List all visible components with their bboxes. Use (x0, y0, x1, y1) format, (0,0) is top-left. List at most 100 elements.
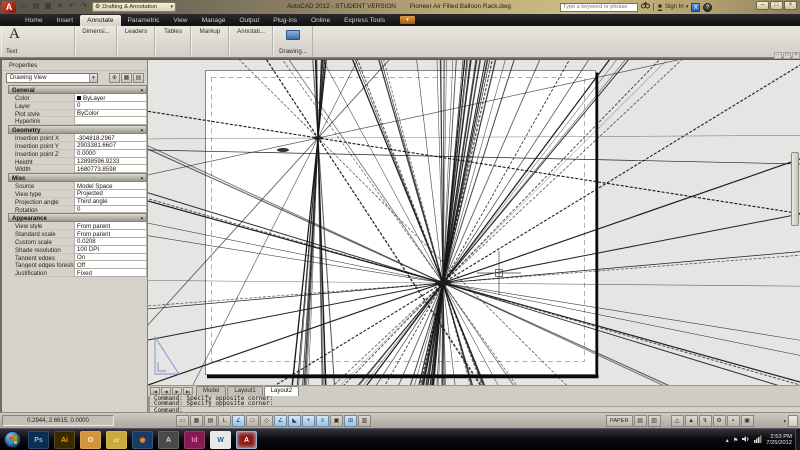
hardware-acceleration-icon[interactable]: ▣ (740, 415, 754, 427)
drawing-canvas[interactable] (148, 60, 800, 385)
properties-palette-title[interactable]: Properties (2, 60, 147, 71)
drawing-close-button[interactable]: × (792, 52, 800, 59)
autocad-logo-icon[interactable]: A (2, 1, 16, 13)
quick-select-icon[interactable]: ▦ (121, 73, 132, 83)
layout-nav-icon[interactable]: |◀ (150, 387, 160, 395)
section-header-general[interactable]: General ▴ (8, 85, 147, 94)
property-value[interactable]: ByColor (74, 109, 147, 118)
property-value[interactable]: Fixed (74, 269, 147, 277)
layout-nav-icon[interactable]: ▶ (172, 387, 182, 395)
transparency-toggle[interactable]: ▣ (330, 415, 343, 427)
property-value[interactable]: Off (74, 261, 147, 270)
quick-view-layouts-button[interactable]: ▤ (633, 415, 647, 427)
grid-toggle[interactable]: ▤ (204, 415, 217, 427)
save-icon[interactable]: ▦ (43, 2, 53, 12)
property-value[interactable]: 2903381.6607 (74, 141, 147, 150)
action-center-flag-icon[interactable]: ⚑ (733, 437, 738, 444)
undo-icon[interactable]: ↶ (67, 2, 77, 12)
ribbon-tab-annotate[interactable]: Annotate (80, 15, 121, 26)
taskbar-app-explorer[interactable]: ▱ (106, 431, 127, 449)
new-icon[interactable]: □ (19, 2, 29, 12)
workspace-switching-icon[interactable]: ⚙ (712, 415, 726, 427)
property-value[interactable] (74, 117, 147, 126)
sign-in-button[interactable]: Sign In ▾ (657, 3, 688, 11)
annotation-scale-icon[interactable]: △ (670, 415, 684, 427)
property-value[interactable]: Third angle (74, 197, 147, 206)
ribbon-tab-online[interactable]: Online (304, 15, 337, 26)
ribbon-tab-view[interactable]: View (166, 15, 194, 26)
taskbar-app-illustrator[interactable]: Ai (54, 431, 75, 449)
annotation-visibility-icon[interactable]: ▲ (684, 415, 698, 427)
property-value[interactable]: 100 DPI (74, 245, 147, 254)
ribbon-tab-output[interactable]: Output (232, 15, 266, 26)
open-icon[interactable]: ▤ (31, 2, 41, 12)
snap-toggle[interactable]: ▦ (190, 415, 203, 427)
ribbon-panel-annotati[interactable]: Annotati... (229, 26, 273, 57)
section-header-appearance[interactable]: Appearance ▴ (8, 213, 147, 223)
show-desktop-button[interactable] (795, 429, 800, 450)
network-icon[interactable] (754, 435, 762, 445)
layout-nav-icon[interactable]: ▶| (183, 387, 193, 395)
start-button[interactable] (4, 431, 21, 448)
external-tools-icon[interactable]: ▾ (400, 16, 416, 24)
quick-properties-icon[interactable]: ▤ (133, 73, 144, 83)
taskbar-clock[interactable]: 2:53 PM 7/25/2012 (766, 434, 792, 447)
ribbon-tab-home[interactable]: Home (18, 15, 50, 26)
taskbar-app-autocad[interactable]: A (236, 431, 257, 449)
property-value[interactable]: ByLayer (74, 94, 147, 102)
taskbar-app-outlook[interactable]: O (80, 431, 101, 449)
property-value[interactable]: 12898596.9233 (74, 157, 147, 166)
property-value[interactable]: 0 (74, 205, 147, 214)
minimize-button[interactable]: – (756, 1, 769, 10)
property-value[interactable]: 0 (74, 101, 147, 110)
taskbar-app-indesign[interactable]: Id (184, 431, 205, 449)
otrack-toggle[interactable]: ∠ (274, 415, 287, 427)
ribbon-panel-dimensi[interactable]: Dimensi... (75, 26, 117, 57)
tray-expand-icon[interactable]: ▴ (726, 437, 729, 444)
property-value[interactable]: Projected (74, 189, 147, 198)
vertical-scrollbar[interactable] (791, 152, 799, 226)
property-value[interactable]: From parent (74, 222, 147, 231)
volume-icon[interactable] (742, 435, 750, 445)
ribbon-panel-tables[interactable]: Tables (155, 26, 191, 57)
plot-icon[interactable]: ≡ (55, 2, 65, 12)
search-input[interactable] (560, 2, 638, 12)
lwt-toggle[interactable]: ≡ (316, 415, 329, 427)
osnap-toggle[interactable]: □ (246, 415, 259, 427)
command-line-window[interactable]: Command: Specify opposite corner: Command… (148, 395, 800, 414)
drawing-restore-button[interactable]: □ (783, 52, 791, 59)
taskbar-app-photoshop[interactable]: Ps (28, 431, 49, 449)
ribbon-tab-manage[interactable]: Manage (195, 15, 233, 26)
ribbon-panel-markup[interactable]: Markup (191, 26, 229, 57)
selection-cycling-toggle[interactable]: ▥ (358, 415, 371, 427)
property-value[interactable]: 0.0000 (74, 149, 147, 158)
toolbar-lock-icon[interactable]: ▪ (726, 415, 740, 427)
ribbon-panel-text[interactable]: A Text (1, 26, 75, 57)
search-binoculars-icon[interactable] (641, 1, 650, 13)
property-value[interactable]: On (74, 253, 147, 262)
property-value[interactable]: 0.0208 (74, 237, 147, 246)
taskbar-app-firefox[interactable]: ◉ (132, 431, 153, 449)
status-menu-arrow-icon[interactable]: ▴ (783, 418, 786, 424)
section-header-misc[interactable]: Misc ▴ (8, 173, 147, 183)
redo-icon[interactable]: ↷ (79, 2, 89, 12)
autoscale-icon[interactable]: ↯ (698, 415, 712, 427)
property-value[interactable]: -304818.2967 (74, 134, 147, 142)
polar-tracking-toggle[interactable]: ∠ (232, 415, 245, 427)
ribbon-tab-parametric[interactable]: Parametric (121, 15, 167, 26)
property-value[interactable]: Model Space (74, 182, 147, 190)
ribbon-tab-plug-ins[interactable]: Plug-ins (266, 15, 304, 26)
quick-properties-toggle[interactable]: ⊞ (344, 415, 357, 427)
property-value[interactable]: 1680773.8598 (74, 165, 147, 174)
quick-view-drawings-button[interactable]: ▥ (647, 415, 661, 427)
drawing-area[interactable] (148, 60, 800, 385)
taskbar-app-design-review[interactable]: A (158, 431, 179, 449)
clean-screen-button[interactable] (788, 415, 798, 427)
ribbon-panel-drawing[interactable]: Drawing... (273, 26, 313, 57)
ducs-toggle[interactable]: ◣ (288, 415, 301, 427)
section-header-geometry[interactable]: Geometry ▴ (8, 125, 147, 135)
dyn-toggle[interactable]: + (302, 415, 315, 427)
help-icon[interactable]: ? (703, 2, 713, 12)
ribbon-panel-leaders[interactable]: Leaders (117, 26, 155, 57)
layout-nav-icon[interactable]: ◀ (161, 387, 171, 395)
